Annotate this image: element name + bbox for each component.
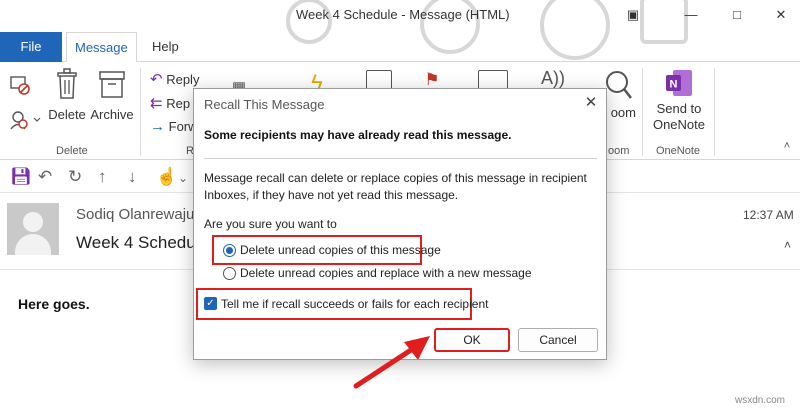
separator [714,68,715,156]
option-delete-label[interactable]: Delete unread copies of this message [240,243,441,257]
svg-text:N: N [670,79,678,91]
divider [204,158,597,159]
redo-icon[interactable]: ↻ [68,167,82,187]
collapse-header-icon[interactable]: ˄ [784,238,791,252]
archive-icon [99,71,125,98]
minimize-icon[interactable]: — [682,6,700,24]
close-window-icon[interactable]: ✕ [772,6,790,24]
customize-toolbar-icon[interactable]: ⌄ [178,171,188,185]
separator [642,68,643,156]
dialog-description: Message recall can delete or replace cop… [204,171,587,202]
radio-delete-and-replace[interactable] [223,267,236,280]
window-title: Week 4 Schedule - Message (HTML) [296,7,510,22]
sender-name[interactable]: Sodiq Olanrewaju [76,206,194,223]
tab-help[interactable]: Help [144,32,187,62]
trash-icon [57,68,77,99]
tab-message[interactable]: Message [66,32,137,63]
cancel-button[interactable]: Cancel [518,328,598,352]
message-body: Here goes. [18,296,90,312]
option-replace-label[interactable]: Delete unread copies and replace with a … [240,266,532,280]
collapse-ribbon-icon[interactable]: ˄ [780,140,794,154]
reply-all-icon: ⇇ [150,95,163,112]
annotation-arrow-icon [353,336,430,389]
separator [140,68,141,156]
reply-label: Reply [166,72,200,87]
maximize-icon[interactable]: □ [728,6,746,24]
ok-button[interactable]: OK [434,328,510,352]
onenote-group-label: OneNote [656,145,701,157]
reply-all-label: Rep [166,96,191,111]
ignore-icon[interactable] [8,72,32,96]
dialog-warning: Some recipients may have already read th… [204,128,512,142]
junk-icon[interactable] [8,108,42,132]
ribbon-tabs: File Message Help [0,32,800,63]
send-to-label: Send to [656,101,702,116]
site-watermark: wsxdn.com [735,395,786,406]
notify-checkbox[interactable]: ✓ [204,297,217,310]
title-bar: Week 4 Schedule - Message (HTML) ▣ — □ ✕ [0,0,800,60]
close-icon[interactable]: ✕ [581,93,601,111]
delete-label: Delete [48,107,86,122]
onenote-icon: N [666,70,692,96]
onenote-label: OneNote [652,117,706,132]
reply-button[interactable]: ↶ Reply [150,70,220,90]
avatar-body [15,234,51,255]
undo-icon[interactable]: ↶ [38,167,52,187]
zoom-group-label: oom [608,145,630,157]
dialog-title: Recall This Message [204,97,325,112]
forward-icon: → [150,118,165,135]
archive-button[interactable]: Archive [90,68,134,130]
previous-item-icon[interactable]: ↑ [98,167,107,187]
delete-button[interactable]: Delete [46,68,88,130]
send-to-onenote-button[interactable]: N Send to OneNote [648,68,710,140]
dialog-question: Are you sure you want to [204,217,337,231]
avatar [7,203,59,255]
message-time: 12:37 AM [743,208,794,222]
radio-delete-unread[interactable] [223,244,236,257]
next-item-icon[interactable]: ↓ [128,167,137,187]
touch-mode-icon[interactable]: ☝ [156,167,177,187]
restore-ribbon-icon[interactable]: ▣ [624,6,642,24]
message-subject: Week 4 Schedule [76,233,209,252]
save-icon[interactable]: 💾︎ [10,167,32,187]
recall-dialog: Recall This Message ✕ Some recipients ma… [193,88,607,360]
reply-icon: ↶ [150,71,163,88]
tab-file[interactable]: File [0,32,62,62]
archive-label: Archive [90,107,134,122]
delete-group-label: Delete [56,145,88,157]
notify-label[interactable]: Tell me if recall succeeds or fails for … [221,297,488,311]
avatar-head [23,212,43,232]
